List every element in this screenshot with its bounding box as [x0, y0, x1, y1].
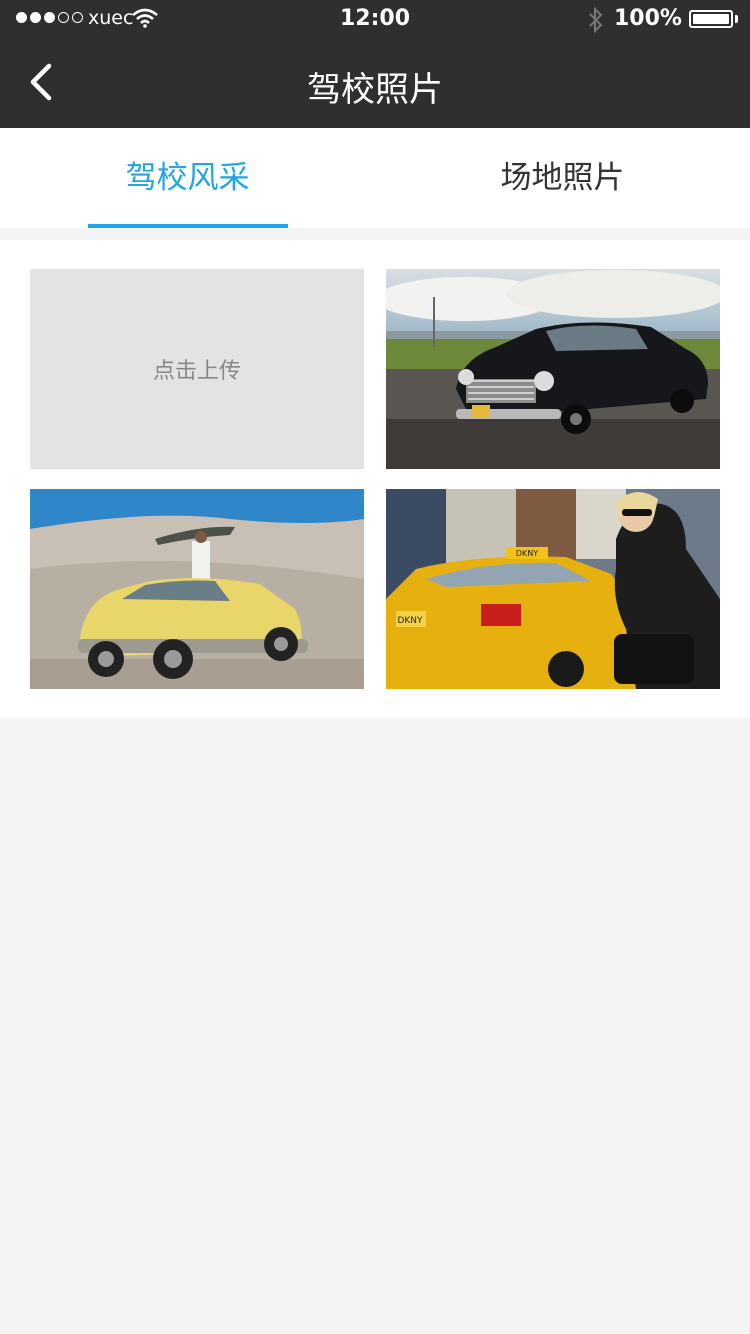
page-title: 驾校照片 [307, 70, 443, 110]
upload-button[interactable]: 点击上传 [30, 269, 364, 469]
bluetooth-icon [586, 6, 606, 38]
tab-bar: 驾校风采 场地照片 [0, 128, 750, 228]
photo-black-classic-car[interactable] [386, 269, 720, 469]
navigation-bar: 驾校照片 [0, 40, 750, 128]
photo-grid: 点击上传 DKNY DKNY [0, 240, 750, 718]
license-plate-text: DKNY [397, 616, 423, 626]
photo-yellow-beetle-desert[interactable] [30, 489, 364, 689]
battery-icon [689, 10, 733, 28]
tab-school-style[interactable]: 驾校风采 [0, 128, 375, 228]
taxi-plate-text: DKNY [516, 549, 538, 558]
battery-tip [735, 15, 738, 23]
status-bar: xuec 12:00 100% [0, 0, 750, 40]
tab-field-photos[interactable]: 场地照片 [375, 128, 750, 228]
battery-percentage: 100% [614, 6, 682, 31]
active-tab-indicator [88, 224, 288, 228]
photo-yellow-taxi-city[interactable]: DKNY DKNY [386, 489, 720, 689]
top-bar: xuec 12:00 100% 驾校照片 [0, 0, 750, 128]
